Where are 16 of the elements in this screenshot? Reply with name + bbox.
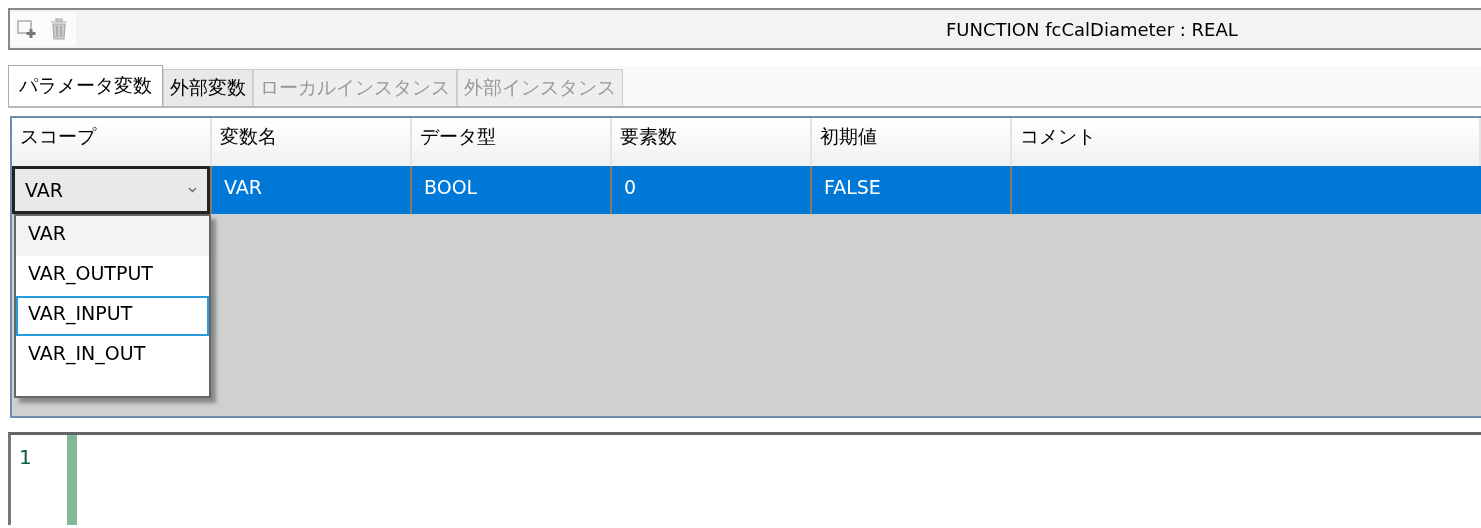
function-title: FUNCTION fcCalDiameter : REAL	[946, 18, 1238, 40]
table-cell: BOOL	[424, 176, 478, 198]
tab[interactable]: パラメータ変数	[8, 65, 163, 106]
table-cell: FALSE	[824, 176, 881, 198]
add-icon[interactable]	[16, 18, 38, 40]
caret-icon	[188, 187, 197, 193]
table-cell: VAR	[224, 176, 262, 198]
line-number: 1	[19, 447, 33, 467]
table-cell: 0	[624, 176, 637, 198]
dropdown-option[interactable]: VAR	[16, 216, 209, 256]
tab[interactable]: 外部変数	[163, 69, 253, 106]
scope-dropdown[interactable]: VAR	[12, 166, 210, 214]
dropdown-option[interactable]: VAR_IN_OUT	[16, 336, 209, 376]
dropdown-option[interactable]: VAR_INPUT	[16, 296, 209, 336]
code-editor[interactable]: 1	[8, 432, 1481, 525]
dropdown-option[interactable]: VAR_OUTPUT	[16, 256, 209, 296]
